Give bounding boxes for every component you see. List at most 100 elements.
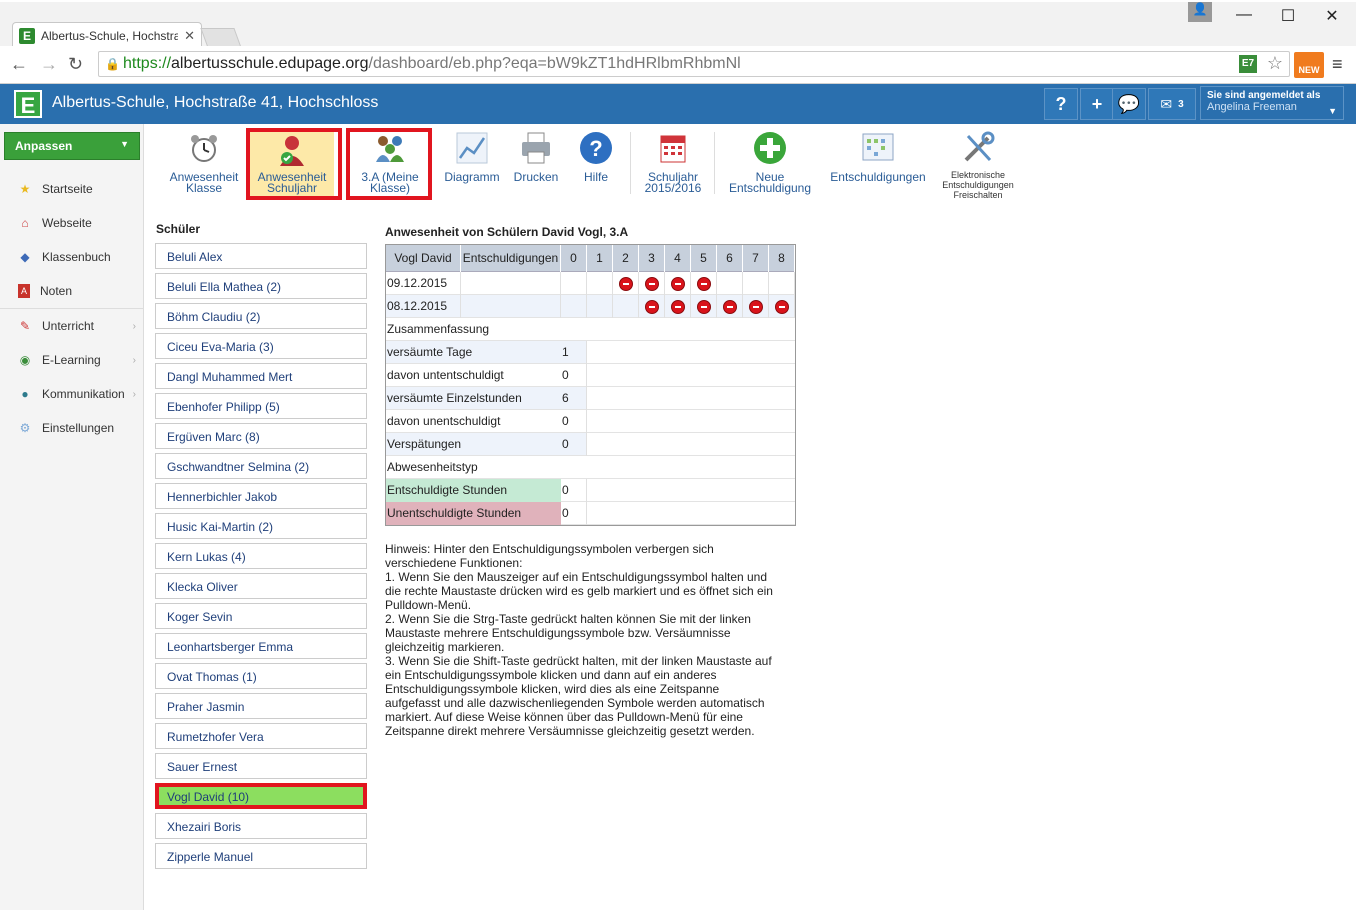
student-item[interactable]: Zipperle Manuel [155,843,367,869]
student-item[interactable]: Xhezairi Boris [155,813,367,839]
diagramm-button[interactable]: Diagramm [440,130,504,202]
browser-tab[interactable]: E Albertus-Schule, Hochstra ✕ [12,22,202,48]
edupage-logo[interactable]: E [14,90,42,118]
messages-button[interactable]: ✉ 3 [1148,88,1196,120]
tool-label: Entschuldigungen [942,180,1014,190]
entschuldigungen-button[interactable]: Entschuldigungen [826,130,930,202]
student-item[interactable]: Ciceu Eva-Maria (3) [155,333,367,359]
maximize-icon[interactable]: ☐ [1266,6,1310,26]
chart-icon [456,132,488,164]
student-item[interactable]: Hennerbichler Jakob [155,483,367,509]
student-item[interactable]: Leonhartsberger Emma [155,633,367,659]
student-item[interactable]: Praher Jasmin [155,693,367,719]
bookmark-star-icon[interactable]: ☆ [1267,53,1283,74]
period-cell[interactable] [769,272,795,295]
back-icon[interactable]: ← [10,54,28,75]
period-cell[interactable] [743,272,769,295]
student-item[interactable]: Beluli Alex [155,243,367,269]
help-button[interactable]: ? [1044,88,1078,120]
absence-icon[interactable] [723,300,737,314]
student-item[interactable]: Kern Lukas (4) [155,543,367,569]
student-item[interactable]: Ovat Thomas (1) [155,663,367,689]
student-item[interactable]: Beluli Ella Mathea (2) [155,273,367,299]
student-item[interactable]: Vogl David (10) [155,783,367,809]
absence-icon[interactable] [697,300,711,314]
period-cell[interactable] [587,272,613,295]
sidebar-item-unterricht[interactable]: ✎ Unterricht › [0,309,144,343]
drucken-button[interactable]: Drucken [508,130,564,202]
new-extension-icon[interactable]: NEW [1294,52,1324,78]
absence-icon[interactable] [645,300,659,314]
student-item[interactable]: Ebenhofer Philipp (5) [155,393,367,419]
sidebar-item-webseite[interactable]: ⌂ Webseite [0,206,144,240]
absence-icon[interactable] [645,277,659,291]
browser-user-icon[interactable]: 👤 [1188,2,1212,22]
url-field[interactable]: 🔒 https://albertusschule.edupage.org/das… [98,51,1290,77]
period-cell[interactable] [587,295,613,318]
tab-close-icon[interactable]: ✕ [184,28,195,44]
tab-title: Albertus-Schule, Hochstra [41,28,179,43]
extension-e7-icon[interactable]: E7 [1239,55,1257,73]
absence-icon[interactable] [749,300,763,314]
forward-icon[interactable]: → [40,54,58,75]
anwesenheit-klasse-button[interactable]: Anwesenheit Klasse [164,130,244,202]
schuljahr-button[interactable]: Schuljahr 2015/2016 [640,130,706,202]
student-item[interactable]: Ergüven Marc (8) [155,423,367,449]
period-cell[interactable] [561,295,587,318]
absence-icon[interactable] [619,277,633,291]
summary-label: versäumte Tage [387,345,473,359]
header-student: Vogl David [386,245,461,272]
sidebar-item-einstellungen[interactable]: ⚙ Einstellungen [0,411,144,445]
address-bar: ← → ↻ 🔒 https://albertusschule.edupage.o… [0,46,1356,84]
student-item[interactable]: Klecka Oliver [155,573,367,599]
tool-label: Entschuldigungen [830,170,926,184]
add-button[interactable]: + [1080,88,1114,120]
sidebar-item-label: Noten [40,284,73,298]
period-cell[interactable] [613,295,639,318]
period-cell[interactable] [561,272,587,295]
hilfe-button[interactable]: ? Hilfe [572,130,620,202]
absence-icon[interactable] [671,277,685,291]
header-period: 4 [665,245,691,272]
row-excuse[interactable] [461,272,561,295]
student-item[interactable]: Böhm Claudiu (2) [155,303,367,329]
tool-label: Elektronische [950,170,1006,180]
student-item[interactable]: Koger Sevin [155,603,367,629]
student-item[interactable]: Sauer Ernest [155,753,367,779]
sidebar-item-label: Unterricht [42,319,95,333]
settings-icon: ⚙ [19,421,31,435]
period-cell[interactable] [717,272,743,295]
neue-entschuldigung-button[interactable]: Neue Entschuldigung [724,130,816,202]
anpassen-button[interactable]: Anpassen ▼ [4,132,140,160]
excuses-grid-icon [862,133,894,161]
student-item[interactable]: Rumetzhofer Vera [155,723,367,749]
sidebar-item-elearning[interactable]: ◉ E-Learning › [0,343,144,377]
user-menu[interactable]: Sie sind angemeldet als Angelina Freeman… [1200,86,1344,120]
sidebar-item-kommunikation[interactable]: ● Kommunikation › [0,377,144,411]
tool-label: 2015/2016 [644,181,702,195]
row-excuse[interactable] [461,295,561,318]
chat-button[interactable]: 💬 [1112,88,1146,120]
sidebar-item-startseite[interactable]: ★ Startseite [0,172,144,206]
elearning-icon: ◉ [19,353,31,367]
student-item[interactable]: Gschwandtner Selmina (2) [155,453,367,479]
student-item[interactable]: Dangl Muhammed Mert [155,363,367,389]
absence-icon[interactable] [775,300,789,314]
absence-icon[interactable] [697,277,711,291]
reload-icon[interactable]: ↻ [68,54,83,75]
url-domain: albertusschule.edupage.org [171,55,369,72]
sidebar-item-klassenbuch[interactable]: ◆ Klassenbuch [0,240,144,274]
absence-type-value: 0 [561,479,587,502]
close-window-icon[interactable]: ✕ [1310,6,1354,26]
attendance-header-row: Vogl David Entschuldigungen 0 1 2 3 4 5 6 7 8 [386,245,795,272]
absence-icon[interactable] [671,300,685,314]
minimize-icon[interactable]: — [1222,6,1266,24]
elektronische-entschuldigungen-button[interactable]: Elektronische Entschuldigungen Freischal… [936,130,1020,202]
home-icon: ⌂ [21,216,29,230]
new-tab-button[interactable] [200,28,242,48]
highlight-meine-klasse [346,128,432,200]
sidebar-item-noten[interactable]: A Noten [0,274,144,308]
student-item[interactable]: Husic Kai-Martin (2) [155,513,367,539]
browser-menu-icon[interactable]: ≡ [1332,54,1343,75]
highlight-schuljahr [246,128,342,200]
